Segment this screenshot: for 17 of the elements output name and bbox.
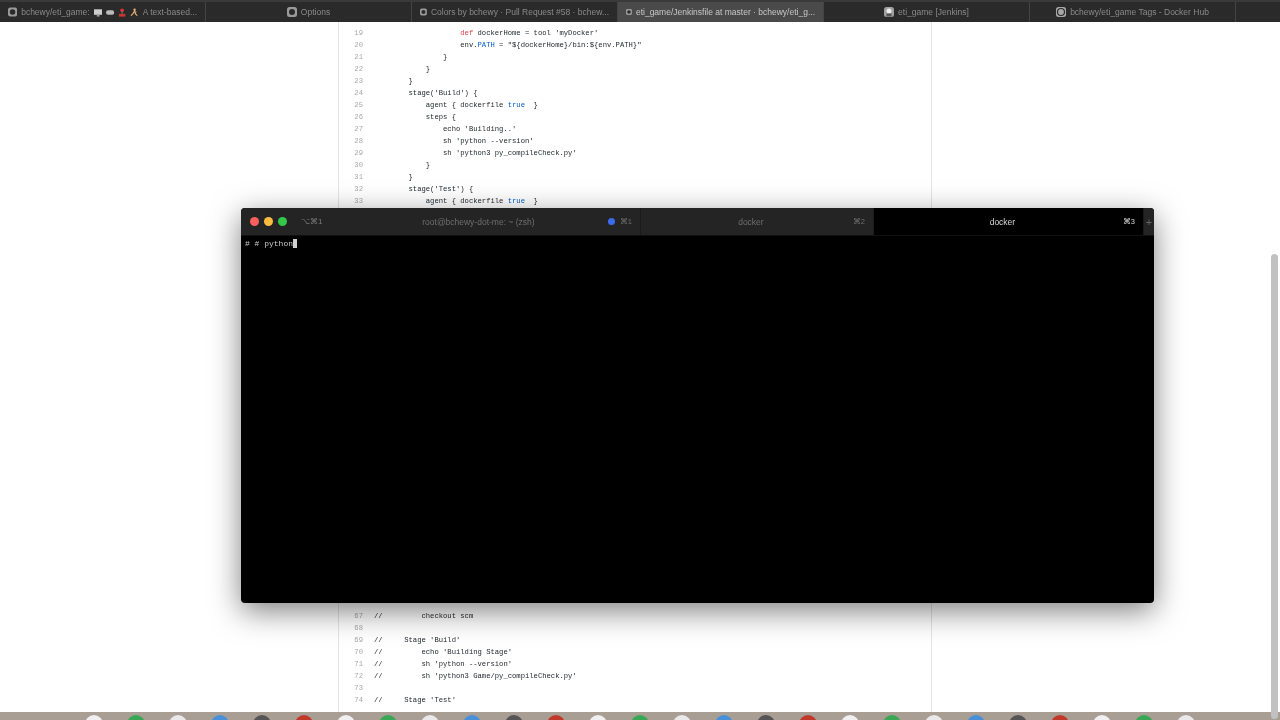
joystick-icon [118, 7, 127, 17]
site-icon [420, 7, 427, 17]
site-icon [1056, 7, 1067, 17]
terminal-line: # # python [245, 239, 293, 248]
site-icon [884, 7, 895, 17]
scrollbar[interactable] [1271, 254, 1278, 719]
zoom-button[interactable] [278, 217, 287, 226]
runner-icon [130, 7, 139, 17]
minimize-button[interactable] [264, 217, 273, 226]
computer-icon [93, 7, 102, 17]
window-shortcut: ⌥⌘1 [301, 217, 324, 226]
browser-tab[interactable]: eti_game/Jenkinsfile at master · bchewy/eti_g... [618, 2, 824, 22]
close-button[interactable] [250, 217, 259, 226]
site-icon [8, 7, 18, 17]
gamepad-icon [105, 7, 115, 17]
site-icon [286, 7, 297, 17]
site-icon [626, 7, 632, 17]
